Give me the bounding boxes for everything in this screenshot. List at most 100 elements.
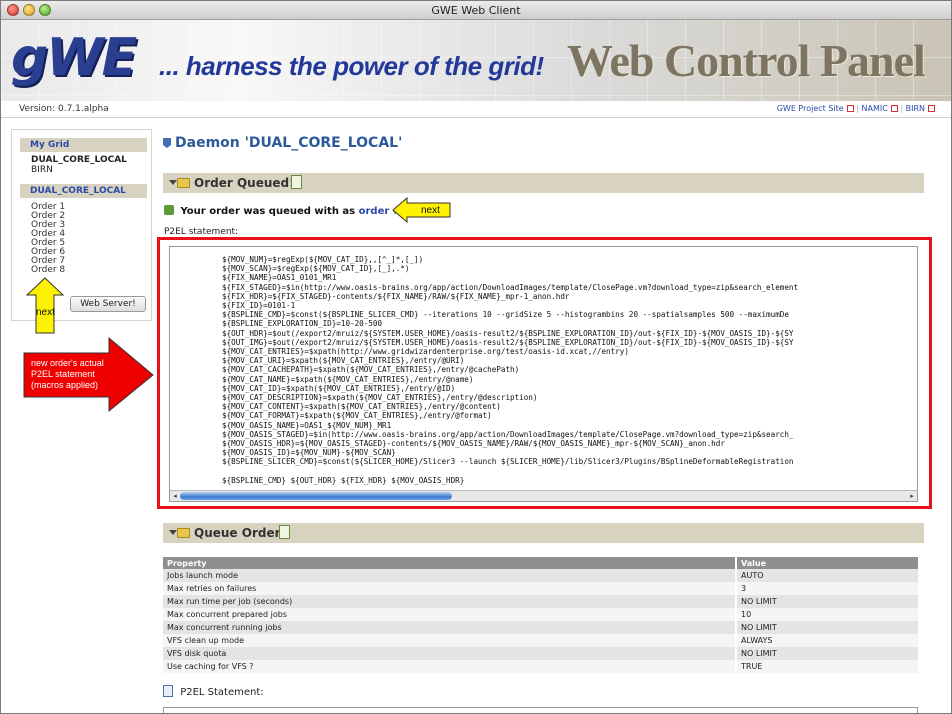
value-cell: AUTO (735, 569, 918, 582)
annotation-next-top-text: next (421, 205, 440, 216)
code-line: ${MOV_OASIS_ID}=${MOV_NUM}-${MOV_SCAN} (222, 448, 396, 458)
scroll-right-icon[interactable]: ▸ (908, 492, 916, 500)
window-title: GWE Web Client (431, 4, 521, 17)
sidebar-daemon-header[interactable]: DUAL_CORE_LOCAL (20, 184, 147, 198)
table-row: VFS disk quota NO LIMIT (163, 647, 918, 660)
code-line: ${MOV_CAT_NAME}=$xpath(${MOV_CAT_ENTRIES… (222, 374, 474, 384)
success-icon (164, 205, 174, 215)
code-line: ${BSPLINE_SLICER_CMD}=$const(${SLICER_HO… (222, 457, 794, 467)
code-line: ${MOV_OASIS_STAGED}=$in(http://www.oasis… (222, 429, 794, 439)
collapse-arrow-icon[interactable] (169, 530, 177, 535)
code-line: ${MOV_OASIS_NAME}=OAS1_${MOV_NUM}_MR1 (222, 420, 392, 430)
gwe-project-site-link[interactable]: GWE Project Site (777, 104, 844, 113)
version-bar: Version: 0.7.1.alpha GWE Project Site | … (1, 101, 951, 118)
sidebar-my-grid-header[interactable]: My Grid (20, 138, 147, 152)
p2el-statement-box[interactable] (163, 707, 918, 713)
code-line: ${OUT_HDR}=$out(/export2/mruiz/${SYSTEM.… (222, 328, 794, 338)
page-title-text: Daemon 'DUAL_CORE_LOCAL' (175, 135, 403, 151)
code-line: ${FIX_ID}=0101-1 (222, 301, 296, 311)
version-label: Version: 0.7.1.alpha (19, 104, 109, 114)
property-cell: VFS clean up mode (163, 634, 736, 647)
table-row: Max concurrent running jobs NO LIMIT (163, 621, 918, 634)
red-note-line-3: (macros applied) (31, 380, 98, 390)
code-line: ${BSPLINE_EXPLORATION_ID}=10-20-500 (222, 319, 383, 329)
value-cell: 10 (735, 608, 918, 621)
table-row: VFS clean up mode ALWAYS (163, 634, 918, 647)
table-header-row: Property Value (163, 557, 918, 569)
property-cell: Use caching for VFS ? (163, 660, 736, 673)
document-icon[interactable] (279, 525, 290, 539)
banner-panel-title: Web Control Panel (567, 35, 926, 86)
property-cell: VFS disk quota (163, 647, 736, 660)
scroll-left-icon[interactable]: ◂ (171, 492, 179, 500)
table-row: Jobs launch mode AUTO (163, 569, 918, 582)
document-icon (163, 685, 173, 697)
code-line: ${MOV_NUM}=$regExp(${MOV_CAT_ID},,[^_]*,… (222, 255, 424, 264)
annotation-next-arrow-left: next (25, 277, 65, 334)
code-line: ${OUT_IMG}=$out(/export2/mruiz/${SYSTEM.… (222, 337, 794, 347)
title-bar: GWE Web Client (1, 1, 951, 20)
property-cell: Max run time per job (seconds) (163, 595, 736, 608)
queue-order-title: Queue Order (194, 526, 281, 540)
folder-icon (177, 178, 190, 188)
code-line: ${FIX_HDR}=${FIX_STAGED}-contents/${FIX_… (222, 291, 570, 301)
external-link-icon (846, 105, 854, 112)
code-line: ${BSPLINE_CMD} ${OUT_HDR} ${FIX_HDR} ${M… (222, 475, 465, 485)
value-cell: NO LIMIT (735, 647, 918, 660)
folder-icon (177, 528, 190, 538)
sidebar-order-8[interactable]: Order 8 (31, 265, 65, 275)
property-cell: Jobs launch mode (163, 569, 736, 582)
value-cell: ALWAYS (735, 634, 918, 647)
p2el-statement-heading-text: P2EL Statement: (180, 687, 264, 698)
p2el-code-area[interactable]: ${MOV_NUM}=$regExp(${MOV_CAT_ID},,[^_]*,… (169, 246, 918, 502)
code-line: ${MOV_CAT_CACHEPATH}=$xpath(${MOV_CAT_EN… (222, 365, 520, 375)
document-icon[interactable] (291, 175, 302, 189)
scrollbar-thumb[interactable] (180, 492, 452, 500)
horizontal-scrollbar[interactable]: ◂ ▸ (170, 490, 917, 501)
external-link-icon (890, 105, 898, 112)
value-cell: NO LIMIT (735, 621, 918, 634)
annotation-next-arrow-top: next (392, 197, 451, 223)
property-cell: Max concurrent prepared jobs (163, 608, 736, 621)
code-line: ${MOV_CAT_ENTRIES}=$xpath(http://www.gri… (222, 347, 629, 357)
web-server-button[interactable]: Web Server! (70, 296, 146, 312)
banner-tagline: ... harness the power of the grid! (159, 51, 544, 81)
code-line: ${MOV_OASIS_HDR}=${MOV_OASIS_STAGED}-con… (222, 439, 725, 449)
code-line: ${MOV_CAT_DESCRIPTION}=$xpath(${MOV_CAT_… (222, 393, 538, 403)
queue-order-section-header[interactable]: Queue Order (163, 523, 924, 543)
code-line: ${MOV_CAT_ID}=$xpath(${MOV_CAT_ENTRIES},… (222, 383, 456, 393)
sidebar-item-dual-core-local[interactable]: DUAL_CORE_LOCAL (31, 155, 127, 165)
p2el-statement-label: P2EL statement: (164, 227, 239, 237)
namic-link[interactable]: NAMIC (862, 104, 888, 113)
daemon-icon (163, 138, 171, 148)
p2el-statement-heading: P2EL Statement: (163, 685, 264, 698)
column-header-value: Value (735, 557, 918, 569)
annotation-next-left-text: next (36, 307, 55, 318)
code-line: ${MOV_CAT_FORMAT}=$xpath(${MOV_CAT_ENTRI… (222, 411, 492, 421)
value-cell: 3 (735, 582, 918, 595)
red-note-line-2: P2EL statement (31, 369, 95, 379)
table-row: Max concurrent prepared jobs 10 (163, 608, 918, 621)
order-queued-section-header[interactable]: Order Queued! (163, 173, 924, 193)
table-row: Use caching for VFS ? TRUE (163, 660, 918, 673)
column-header-property: Property (163, 557, 736, 569)
value-cell: TRUE (735, 660, 918, 673)
birn-link[interactable]: BIRN (906, 104, 925, 113)
p2el-code: ${MOV_NUM}=$regExp(${MOV_CAT_ID},,[^_]*,… (222, 255, 798, 485)
link-separator: | (856, 104, 859, 113)
gwe-logo: gWE (11, 28, 137, 88)
annotation-red-arrow: new order's actual P2EL statement (macro… (23, 337, 154, 413)
sidebar-item-birn[interactable]: BIRN (31, 165, 53, 175)
code-line: ${MOV_CAT_CONTENT}=$xpath(${MOV_CAT_ENTR… (222, 402, 501, 412)
link-separator: | (900, 104, 904, 113)
red-note-line-1: new order's actual (31, 358, 104, 368)
property-cell: Max concurrent running jobs (163, 621, 736, 634)
browser-window: GWE Web Client gWE ... harness the power… (0, 0, 952, 714)
collapse-arrow-icon[interactable] (169, 180, 177, 185)
order-queued-message: Your order was queued with as order # 8. (164, 205, 415, 217)
external-links: GWE Project Site | NAMIC | BIRN (777, 104, 935, 113)
queued-message-prefix: Your order was queued with as (180, 206, 356, 217)
order-queued-title: Order Queued! (194, 176, 295, 190)
property-cell: Max retries on failures (163, 582, 736, 595)
